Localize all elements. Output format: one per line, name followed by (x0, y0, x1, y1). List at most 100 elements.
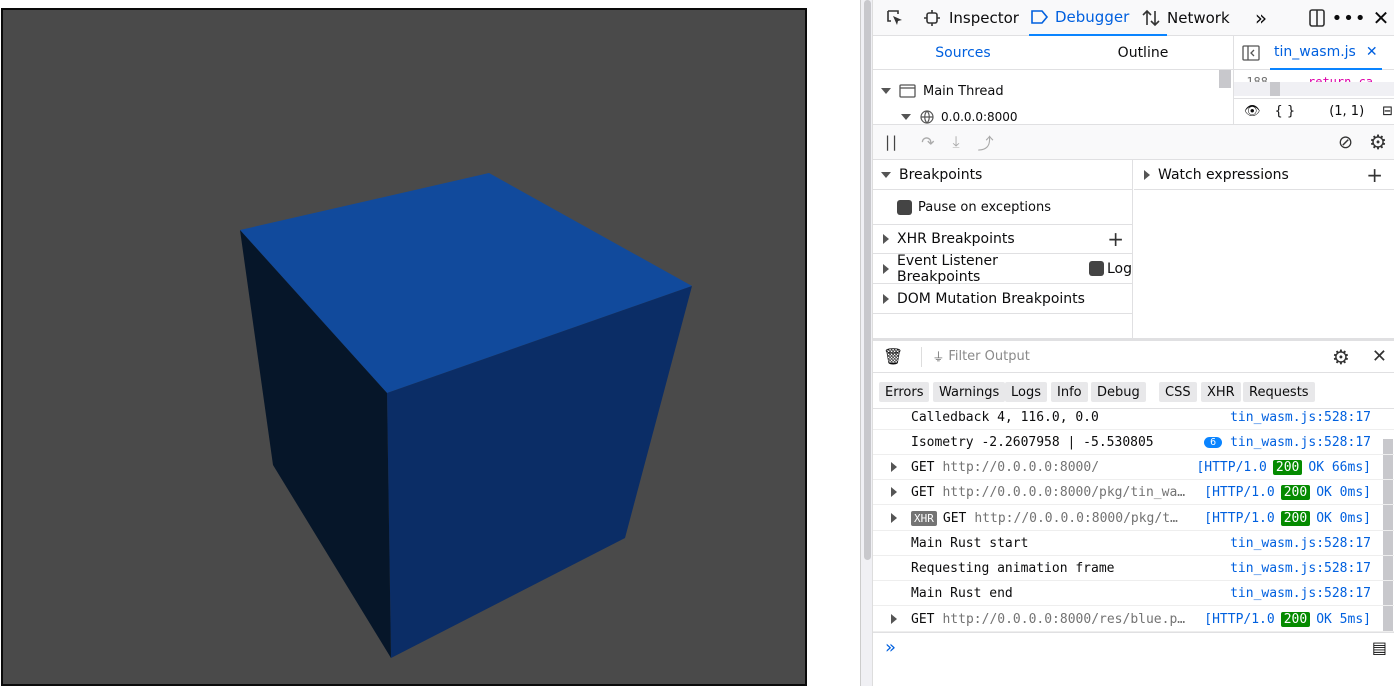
filter-xhr[interactable]: XHR (1201, 382, 1241, 402)
console-input[interactable]: » ▤ (873, 632, 1394, 662)
section-title: XHR Breakpoints (897, 231, 1015, 247)
editor-file-tab[interactable]: tin_wasm.js ✕ (1270, 36, 1382, 70)
expand-arrow-icon[interactable] (891, 614, 897, 624)
status-badge: 200 (1280, 510, 1311, 526)
close-tab-icon[interactable]: ✕ (1366, 44, 1378, 60)
console-toolbar: 🗑 ⏚ Filter Output ⚙ ✕ (873, 341, 1394, 373)
request-method: GET (911, 611, 935, 627)
message-text: Main Rust start (911, 535, 1029, 551)
tab-outline[interactable]: Outline (1053, 36, 1233, 70)
tab-network[interactable]: Network (1141, 0, 1230, 36)
editor-mode-icon[interactable]: ▤ (1372, 638, 1387, 657)
cube-render (240, 173, 692, 658)
pause-icon[interactable]: || (885, 133, 899, 151)
dock-toggle-icon[interactable] (1305, 6, 1329, 30)
eye-icon[interactable]: 👁 (1244, 104, 1261, 119)
step-over-icon[interactable]: ↷ (921, 133, 934, 152)
globe-icon (920, 110, 934, 124)
message-text: Requesting animation frame (911, 560, 1115, 576)
webgl-canvas[interactable] (1, 8, 807, 686)
network-message[interactable]: GET http://0.0.0.0:8000/pkg/tin_wa… [HTT… (873, 480, 1394, 505)
source-link[interactable]: tin_wasm.js:528:17 (1230, 586, 1371, 601)
source-link[interactable]: tin_wasm.js:528:17 (1230, 410, 1371, 425)
checkbox-label: Pause on exceptions (918, 199, 1051, 215)
xhr-tag: XHR (911, 510, 937, 526)
inspector-icon (924, 10, 940, 26)
expand-arrow-icon[interactable] (891, 487, 897, 497)
breakpoints-header[interactable]: Breakpoints (873, 160, 1132, 190)
filter-warnings[interactable]: Warnings (933, 382, 1006, 402)
debugger-settings-icon[interactable]: ⚙ (1369, 130, 1387, 154)
more-tabs-icon[interactable]: » (1249, 6, 1273, 30)
cursor-position: (1, 1) (1329, 104, 1365, 119)
close-devtools-icon[interactable]: ✕ (1369, 6, 1393, 30)
expand-arrow-icon (901, 114, 911, 120)
filter-icon: ⏚ (932, 350, 945, 364)
filter-css[interactable]: CSS (1159, 382, 1197, 402)
dom-mutation-header[interactable]: DOM Mutation Breakpoints (873, 284, 1132, 314)
tree-scroll-thumb[interactable] (1219, 70, 1231, 88)
page-viewport (0, 0, 860, 686)
network-message[interactable]: XHR GET http://0.0.0.0:8000/pkg/t… [HTTP… (873, 506, 1394, 531)
section-title: Watch expressions (1158, 166, 1289, 183)
filter-requests[interactable]: Requests (1243, 382, 1315, 402)
pause-on-exceptions[interactable]: Pause on exceptions (873, 190, 1132, 224)
tree-main-thread[interactable]: Main Thread (881, 80, 1004, 102)
log-checkbox[interactable] (1089, 261, 1104, 276)
clear-console-icon[interactable]: 🗑 (883, 347, 903, 366)
tab-inspector[interactable]: Inspector (923, 0, 1019, 36)
element-picker-icon[interactable] (883, 6, 907, 30)
request-url[interactable]: http://0.0.0.0:8000/pkg/tin_wa… (942, 485, 1185, 500)
request-method: GET (911, 459, 935, 475)
network-message[interactable]: GET http://0.0.0.0:8000/ [HTTP/1.0 200 O… (873, 455, 1394, 480)
prompt-icon: » (885, 637, 897, 658)
collapse-sources-icon[interactable] (1242, 44, 1260, 62)
sources-pane-tabs: Sources Outline (873, 36, 1233, 70)
log-label: Log (1106, 260, 1132, 277)
expand-arrow-icon[interactable] (891, 462, 897, 472)
section-title: Event Listener Breakpoints (897, 252, 998, 285)
request-url[interactable]: http://0.0.0.0:8000/pkg/t… (974, 511, 1178, 526)
filter-errors[interactable]: Errors (879, 382, 930, 402)
event-listener-header[interactable]: Event Listener Breakpoints Log (873, 252, 1132, 285)
request-url[interactable]: http://0.0.0.0:8000/res/blue.p… (942, 612, 1185, 627)
step-out-icon[interactable]: ⤴ (978, 130, 994, 154)
source-link[interactable]: tin_wasm.js:528:17 (1230, 536, 1371, 551)
request-result: OK 0ms] (1316, 510, 1371, 526)
filter-output-input[interactable]: Filter Output (948, 349, 1030, 364)
pretty-print-button[interactable]: { } (1275, 104, 1296, 119)
tab-sources[interactable]: Sources (873, 36, 1053, 70)
scrollbar-thumb[interactable] (864, 0, 871, 560)
section-title: DOM Mutation Breakpoints (897, 290, 1085, 307)
console-message: Main Rust end tin_wasm.js:528:17 (873, 581, 1394, 606)
filter-logs[interactable]: Logs (1005, 382, 1047, 402)
deactivate-breakpoints-icon[interactable]: ⊘ (1338, 132, 1353, 153)
watch-expressions-header[interactable]: Watch expressions + (1134, 160, 1394, 190)
step-in-icon[interactable]: ⤓ (953, 132, 960, 152)
hscroll-thumb[interactable] (1270, 82, 1280, 96)
filter-info[interactable]: Info (1051, 382, 1088, 402)
close-console-icon[interactable]: ✕ (1372, 346, 1387, 367)
console-settings-icon[interactable]: ⚙ (1332, 345, 1350, 369)
message-text: Calledback 4, 116.0, 0.0 (911, 409, 1099, 425)
expand-arrow-icon (881, 88, 891, 94)
http-version: [HTTP/1.0 (1204, 510, 1275, 526)
editor-hscroll[interactable] (1234, 82, 1394, 96)
add-watch-icon[interactable]: + (1366, 163, 1383, 187)
console-message: Requesting animation frame tin_wasm.js:5… (873, 556, 1394, 581)
add-xhr-breakpoint-icon[interactable]: + (1107, 227, 1124, 251)
source-link[interactable]: tin_wasm.js:528:17 (1230, 435, 1371, 450)
request-result: OK 66ms] (1308, 459, 1371, 475)
devtools-scrollbar[interactable] (861, 0, 873, 686)
filter-debug[interactable]: Debug (1091, 382, 1146, 402)
source-link[interactable]: tin_wasm.js:528:17 (1230, 561, 1371, 576)
request-url[interactable]: http://0.0.0.0:8000/ (942, 460, 1099, 475)
xhr-breakpoints-header[interactable]: XHR Breakpoints + (873, 224, 1132, 254)
source-map-icon[interactable]: ⊟ (1382, 104, 1393, 119)
overflow-menu-icon[interactable]: ••• (1332, 6, 1366, 30)
repeat-badge: 6 (1204, 436, 1223, 448)
tree-label: 0.0.0.0:8000 (941, 110, 1018, 124)
network-message[interactable]: GET http://0.0.0.0:8000/res/blue.p… [HTT… (873, 607, 1394, 632)
checkbox[interactable] (897, 199, 912, 215)
expand-arrow-icon[interactable] (891, 513, 897, 523)
